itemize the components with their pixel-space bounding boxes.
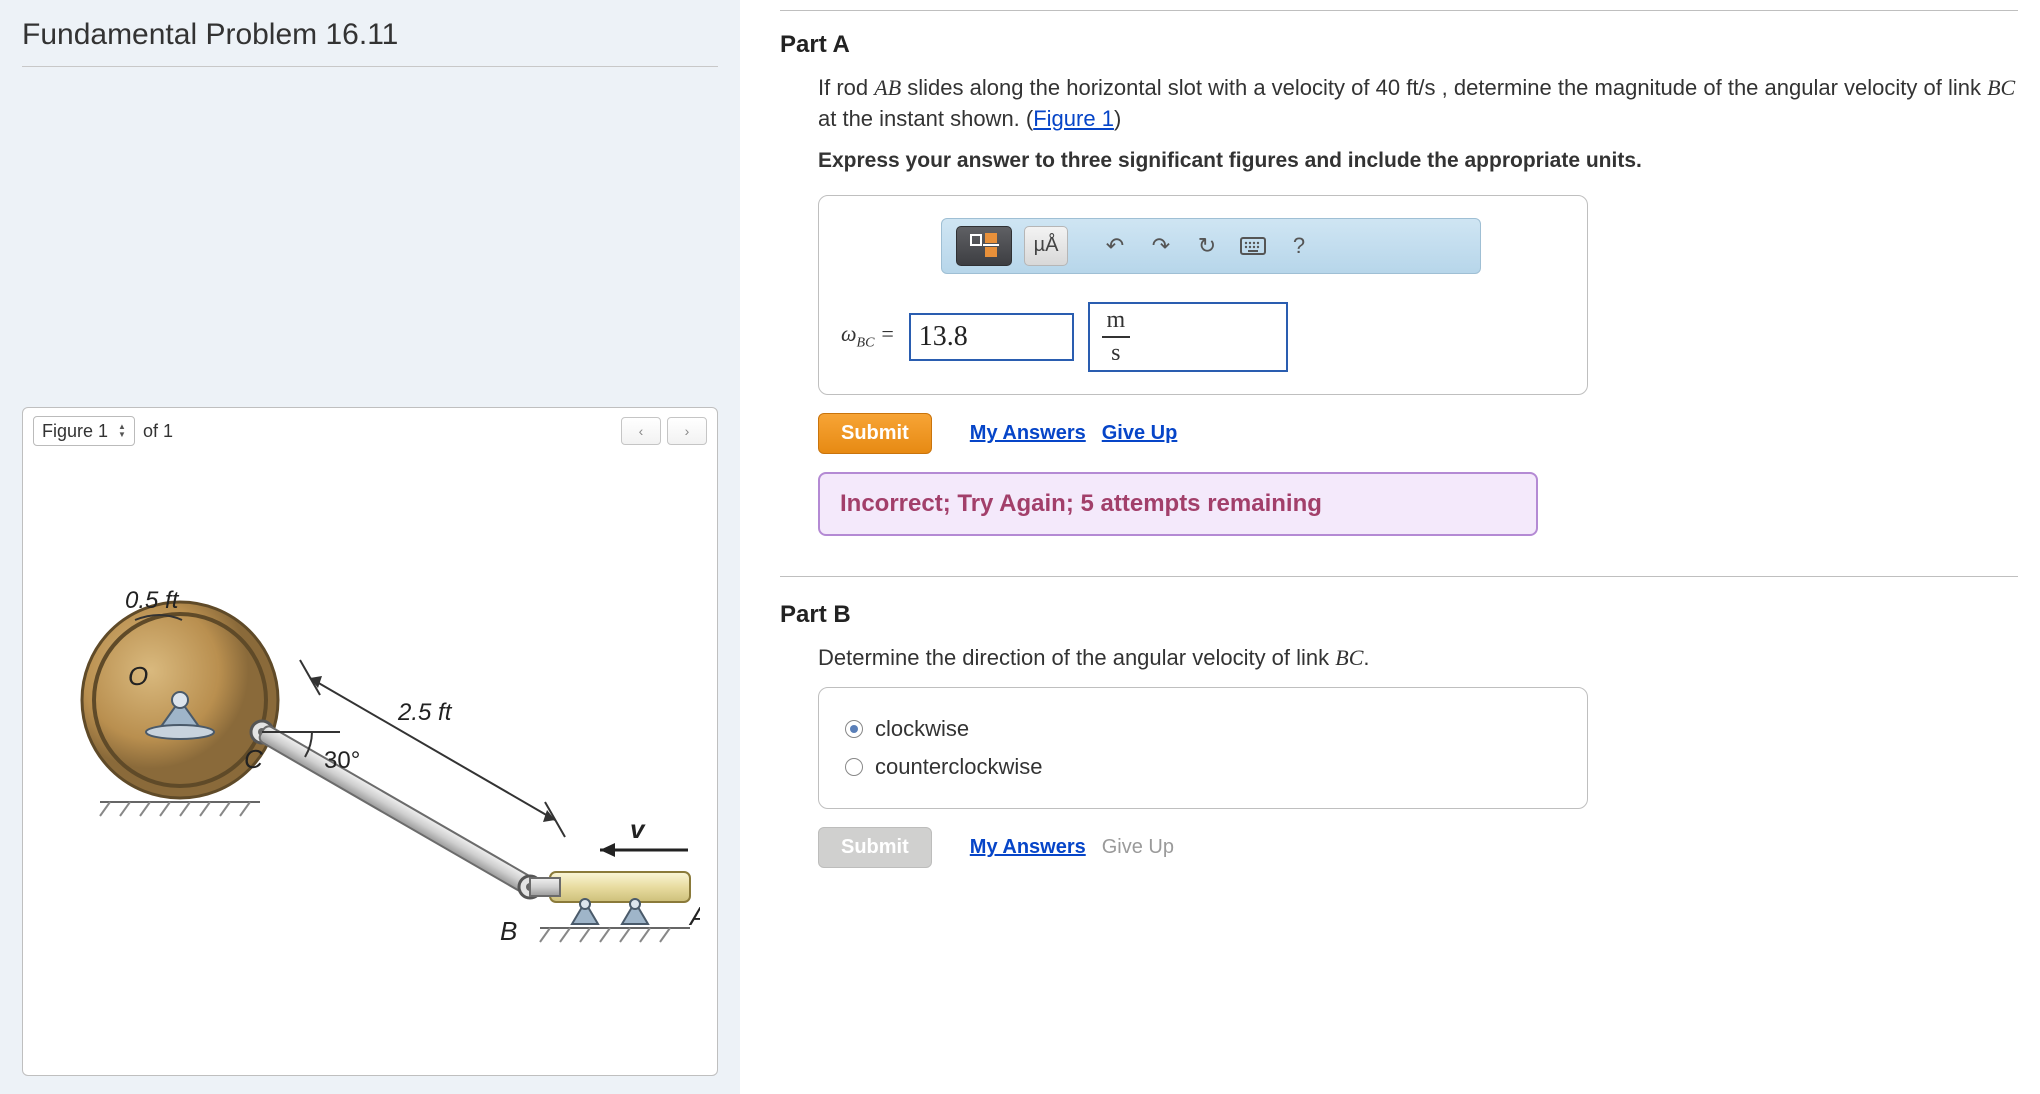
part-b-actions: Submit My Answers Give Up [818, 827, 2018, 868]
part-separator [780, 576, 2018, 577]
left-separator [22, 66, 718, 67]
part-a-instruction: Express your answer to three significant… [818, 149, 2018, 173]
reset-icon: ↻ [1198, 233, 1216, 259]
svg-text:A: A [688, 901, 700, 931]
unit-numerator: m [1102, 307, 1130, 334]
radio-clockwise[interactable] [845, 720, 863, 738]
part-a-title: Part A [780, 31, 2018, 59]
option-label: counterclockwise [875, 754, 1043, 780]
redo-icon: ↷ [1152, 233, 1170, 259]
stepper-icon: ▲▼ [118, 423, 126, 439]
option-counterclockwise[interactable]: counterclockwise [845, 748, 1561, 786]
undo-icon: ↶ [1106, 233, 1124, 259]
keyboard-button[interactable] [1236, 237, 1270, 255]
my-answers-link[interactable]: My Answers [970, 422, 1086, 445]
redo-button[interactable]: ↷ [1144, 233, 1178, 259]
unit-denominator: s [1102, 340, 1130, 367]
answer-variable-label: ωBC = [841, 321, 895, 351]
help-button[interactable]: ? [1282, 233, 1316, 259]
reset-button[interactable]: ↻ [1190, 233, 1224, 259]
radio-counterclockwise[interactable] [845, 758, 863, 776]
answer-value-input[interactable] [909, 313, 1074, 361]
equation-toolbar: µÅ ↶ ↷ ↻ ? [941, 218, 1481, 274]
velocity-unit: ft/s [1406, 75, 1435, 100]
submit-button[interactable]: Submit [818, 413, 932, 454]
option-clockwise[interactable]: clockwise [845, 710, 1561, 748]
special-chars-button[interactable]: µÅ [1024, 226, 1068, 266]
keyboard-icon [1240, 237, 1266, 255]
part-b-question: Determine the direction of the angular v… [818, 643, 2018, 674]
figure-selector[interactable]: Figure 1 ▲▼ [33, 416, 135, 446]
link-bc-label: BC [1987, 75, 2015, 100]
radio-dot-icon [850, 725, 858, 733]
svg-text:O: O [128, 661, 148, 691]
svg-text:30°: 30° [324, 747, 360, 774]
answer-unit-input[interactable]: m s [1088, 302, 1288, 372]
template-icon-button[interactable] [956, 226, 1012, 266]
option-label: clockwise [875, 716, 969, 742]
figure-selector-label: Figure 1 [42, 421, 108, 442]
figure-panel: Figure 1 ▲▼ of 1 ‹ › [22, 407, 718, 1076]
submit-button-disabled: Submit [818, 827, 932, 868]
svg-text:B: B [500, 916, 517, 946]
problem-title: Fundamental Problem 16.11 [22, 18, 718, 52]
part-a-answer-box: µÅ ↶ ↷ ↻ ? [818, 195, 1588, 395]
rod-ab-label: AB [874, 75, 901, 100]
right-separator-top [780, 10, 2018, 11]
figure-header: Figure 1 ▲▼ of 1 ‹ › [23, 408, 717, 455]
unit-fraction: m s [1102, 307, 1130, 367]
svg-text:0.5 ft: 0.5 ft [125, 587, 180, 614]
give-up-link-disabled: Give Up [1102, 836, 1174, 859]
svg-text:C: C [244, 744, 263, 774]
feedback-message: Incorrect; Try Again; 5 attempts remaini… [818, 472, 1538, 536]
part-a-question: If rod AB slides along the horizontal sl… [818, 73, 2018, 135]
help-icon: ? [1293, 233, 1305, 259]
link-bc-label-b: BC [1335, 645, 1363, 670]
part-a-actions: Submit My Answers Give Up [818, 413, 2018, 454]
answer-row: ωBC = m s [841, 302, 1565, 372]
svg-text:2.5 ft: 2.5 ft [397, 699, 453, 726]
mu-angstrom-icon: µÅ [1034, 234, 1059, 257]
chevron-left-icon: ‹ [639, 423, 644, 439]
undo-button[interactable]: ↶ [1098, 233, 1132, 259]
figure-of-label: of 1 [143, 421, 173, 442]
mechanism-diagram: 0.5 ft O C 30° [40, 520, 700, 1020]
my-answers-link[interactable]: My Answers [970, 836, 1086, 859]
figure-body: 0.5 ft O C 30° [23, 455, 717, 1075]
part-b-title: Part B [780, 601, 2018, 629]
part-b-options-box: clockwise counterclockwise [818, 687, 1588, 809]
give-up-link[interactable]: Give Up [1102, 422, 1178, 445]
svg-text:v: v [630, 814, 646, 844]
figure-prev-button[interactable]: ‹ [621, 417, 661, 445]
chevron-right-icon: › [685, 423, 690, 439]
fraction-template-icon [969, 233, 999, 259]
figure-link[interactable]: Figure 1 [1033, 106, 1114, 131]
figure-next-button[interactable]: › [667, 417, 707, 445]
